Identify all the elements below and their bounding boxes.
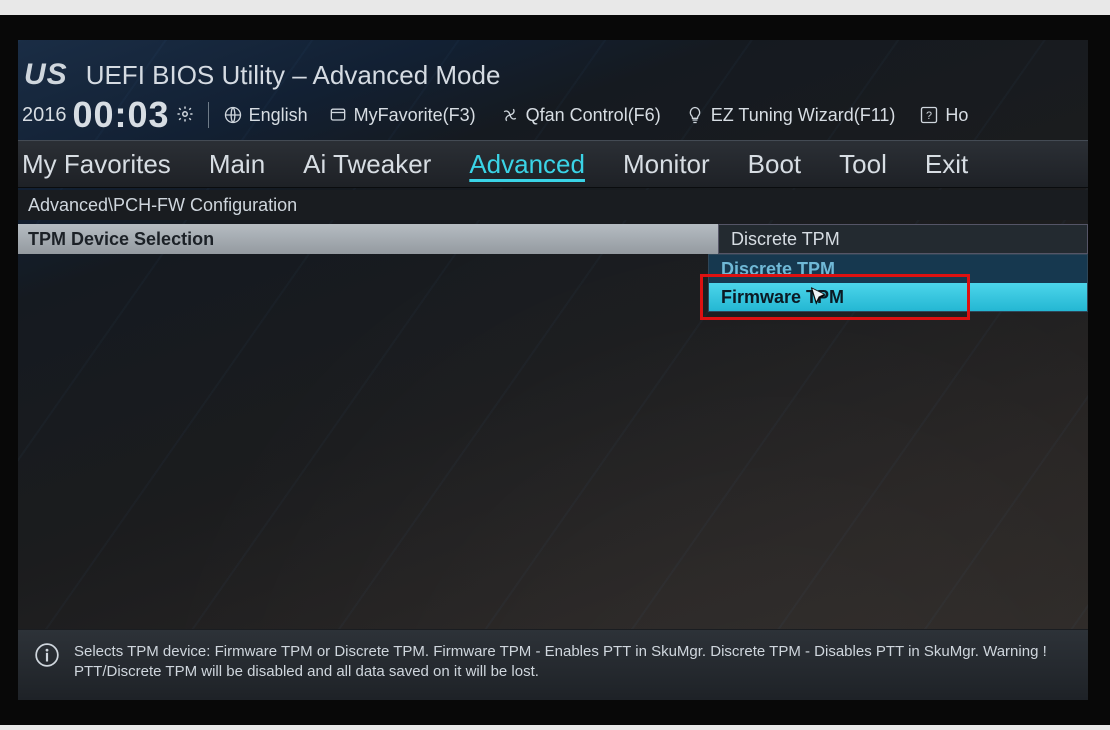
clock-time: 00:03 [73,94,170,136]
qfan-button[interactable]: Qfan Control(F6) [500,105,661,126]
favorite-icon [328,105,348,125]
help-button[interactable]: ? Ho [919,105,968,126]
tab-tool[interactable]: Tool [839,149,887,180]
language-label: English [249,105,308,126]
breadcrumb-bar: Advanced\PCH-FW Configuration [18,190,1088,220]
globe-icon [223,105,243,125]
fan-icon [500,105,520,125]
tab-monitor[interactable]: Monitor [623,149,710,180]
tab-main[interactable]: Main [209,149,265,180]
tab-boot[interactable]: Boot [748,149,802,180]
ez-wizard-button[interactable]: EZ Tuning Wizard(F11) [685,105,896,126]
myfavorite-label: MyFavorite(F3) [354,105,476,126]
info-bar: Selects TPM device: Firmware TPM or Disc… [18,629,1088,701]
top-toolbar: 2016 00:03 English MyFavorite(F3) Qfan C… [18,96,968,134]
language-button[interactable]: English [223,105,308,126]
bios-screen: US UEFI BIOS Utility – Advanced Mode 201… [18,40,1088,700]
info-icon [34,642,60,683]
brand-logo: US [18,58,68,92]
myfavorite-button[interactable]: MyFavorite(F3) [328,105,476,126]
main-tabs: My Favorites Main Ai Tweaker Advanced Mo… [18,140,1088,188]
help-label: Ho [945,105,968,126]
help-text: Selects TPM device: Firmware TPM or Disc… [74,642,1072,683]
title-bar: US UEFI BIOS Utility – Advanced Mode [18,58,500,92]
tpm-dropdown-value: Discrete TPM [731,229,840,250]
setting-label: TPM Device Selection [18,229,214,250]
tab-ai-tweaker[interactable]: Ai Tweaker [303,149,431,180]
content-pane [18,254,1088,630]
tpm-dropdown[interactable]: Discrete TPM [718,224,1088,254]
tab-my-favorites[interactable]: My Favorites [22,149,171,180]
lightbulb-icon [685,105,705,125]
tab-exit[interactable]: Exit [925,149,968,180]
breadcrumb: Advanced\PCH-FW Configuration [28,195,297,216]
date-year: 2016 [18,104,67,127]
app-title: UEFI BIOS Utility – Advanced Mode [86,60,501,91]
ez-wizard-label: EZ Tuning Wizard(F11) [711,105,896,126]
help-icon: ? [919,105,939,125]
toolbar-divider [208,102,209,128]
qfan-label: Qfan Control(F6) [526,105,661,126]
tab-advanced[interactable]: Advanced [469,149,585,180]
svg-text:?: ? [926,110,932,122]
gear-icon[interactable] [176,105,194,126]
